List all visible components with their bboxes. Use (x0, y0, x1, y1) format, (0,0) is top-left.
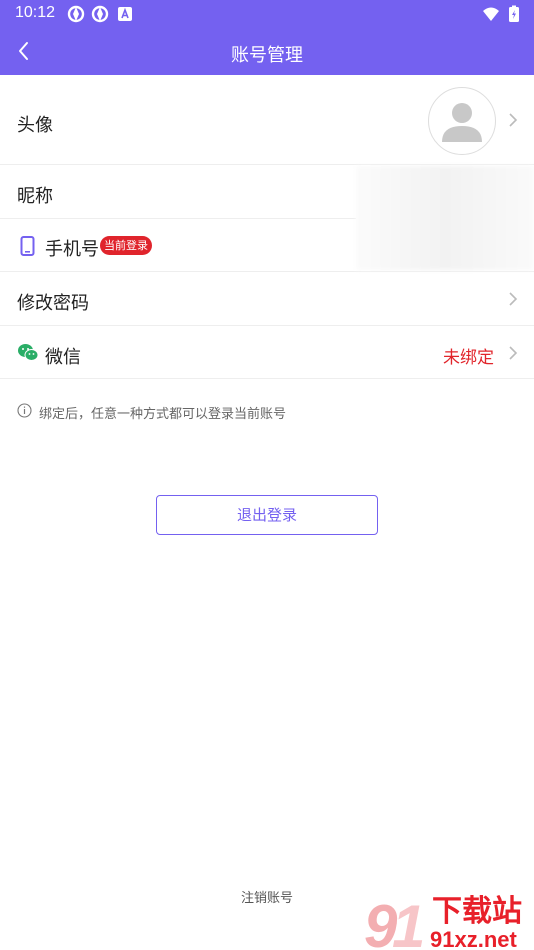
change-password-row[interactable]: 修改密码 (0, 272, 534, 326)
chevron-right-icon (509, 346, 518, 360)
info-icon (17, 403, 32, 418)
change-password-label: 修改密码 (17, 293, 89, 314)
phone-label: 手机号 (45, 239, 99, 260)
nickname-label: 昵称 (17, 186, 53, 207)
wechat-status: 未绑定 (443, 348, 494, 368)
avatar[interactable] (428, 87, 496, 155)
notification-app-icon (67, 5, 85, 23)
wechat-icon (18, 344, 39, 361)
default-avatar-icon (442, 103, 482, 142)
site-watermark: 9 1 下载站 91xz.net (364, 893, 522, 950)
blurred-account-info (356, 166, 534, 270)
notification-app-icon (91, 5, 109, 23)
nav-bar: 账号管理 (0, 28, 534, 75)
page-title: 账号管理 (231, 45, 303, 66)
hint-text: 绑定后，任意一种方式都可以登录当前账号 (39, 407, 287, 422)
phone-icon (20, 236, 35, 256)
wifi-icon (483, 7, 499, 21)
watermark-site: 91xz.net (430, 927, 517, 950)
logout-button[interactable]: 退出登录 (156, 495, 378, 535)
notification-a-icon (118, 7, 132, 21)
chevron-right-icon (509, 292, 518, 306)
status-bar: 10:12 (0, 0, 534, 28)
battery-icon (509, 5, 519, 22)
svg-text:1: 1 (392, 893, 425, 950)
current-login-badge: 当前登录 (100, 236, 152, 255)
app-header: 10:12 账号管理 (0, 0, 534, 75)
avatar-label: 头像 (17, 115, 53, 136)
chevron-right-icon (509, 113, 518, 127)
wechat-label: 微信 (45, 347, 81, 368)
status-time: 10:12 (15, 4, 56, 21)
watermark-brand: 下载站 (432, 894, 522, 929)
